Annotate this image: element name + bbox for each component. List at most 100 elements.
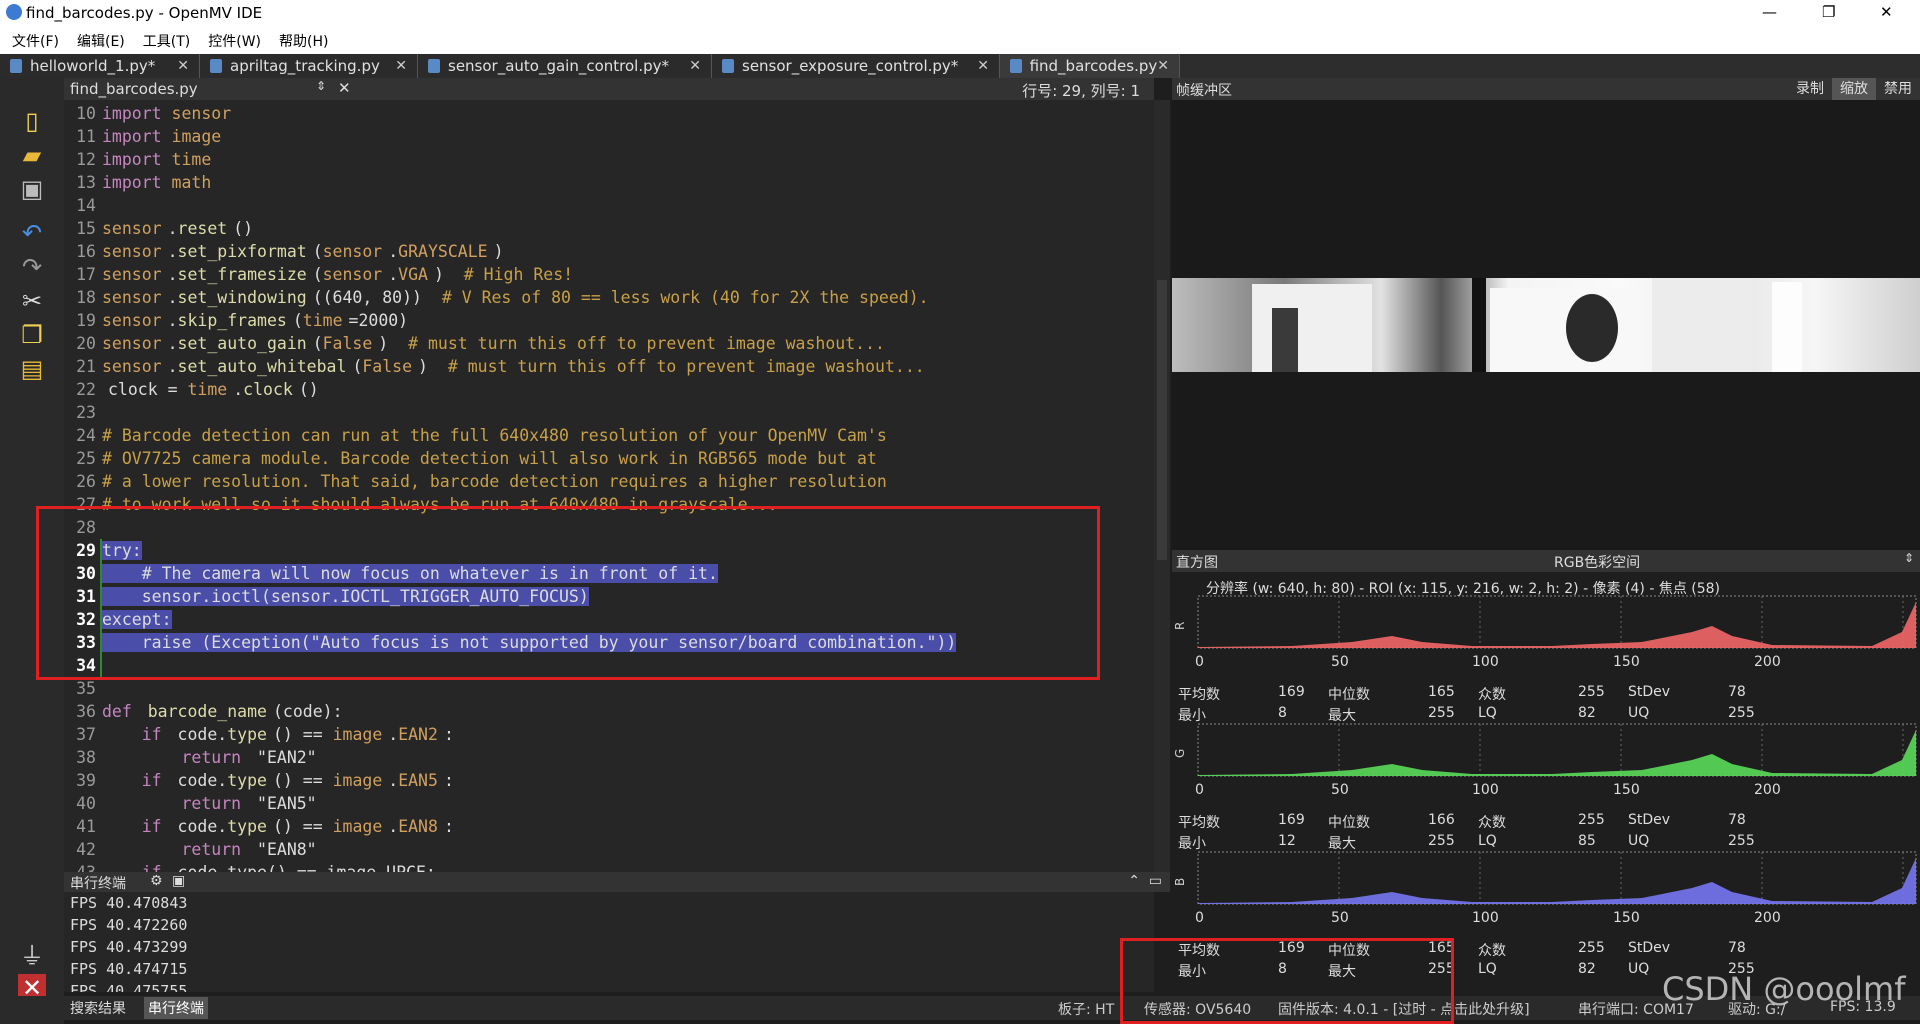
code-line[interactable]: 23: [64, 401, 1144, 424]
code-line[interactable]: 38 return "EAN2": [64, 746, 1144, 769]
close-window-button[interactable]: ✕: [1880, 3, 1893, 21]
stat-label: UQ: [1628, 705, 1650, 721]
close-editor-icon[interactable]: ✕: [338, 79, 351, 97]
file-dropdown-icon[interactable]: ⇕: [316, 79, 326, 93]
stat-value: 255: [1578, 940, 1605, 956]
code-token: () ==: [272, 725, 333, 744]
paste-icon[interactable]: ▤: [14, 354, 50, 384]
code-line[interactable]: 11 import image: [64, 125, 1144, 148]
file-tab-bar: helloworld_1.py* ✕ apriltag_tracking.py ✕ …: [0, 54, 1920, 78]
line-number: 26: [76, 472, 96, 491]
code-line[interactable]: 42 return "EAN8": [64, 838, 1144, 861]
stat-value: 255: [1428, 833, 1455, 849]
collapse-icon[interactable]: ⌃: [1128, 873, 1140, 889]
bottom-tab-search[interactable]: 搜索结果: [70, 998, 126, 1018]
open-folder-icon[interactable]: ▰: [14, 140, 50, 170]
close-tab-icon[interactable]: ✕: [1157, 58, 1169, 74]
menu-widgets[interactable]: 控件(W): [196, 31, 267, 51]
cut-icon[interactable]: ✂: [14, 286, 50, 316]
code-token: ): [378, 334, 409, 353]
tab-sensor-auto-gain[interactable]: sensor_auto_gain_control.py* ✕: [418, 54, 712, 78]
code-line[interactable]: 24 # Barcode detection can run at the ful…: [64, 424, 1144, 447]
code-token: :: [443, 725, 454, 744]
menu-tools[interactable]: 工具(T): [131, 31, 196, 51]
code-line[interactable]: 12 import time: [64, 148, 1144, 171]
zoom-button[interactable]: 缩放: [1832, 78, 1876, 100]
code-line[interactable]: 19 sensor .skip_frames (time =2000): [64, 309, 1144, 332]
code-token: type: [227, 771, 267, 790]
tab-find-barcodes[interactable]: find_barcodes.py ✕: [1000, 54, 1180, 78]
redo-icon[interactable]: ↷: [14, 252, 50, 282]
scrollbar-thumb[interactable]: [1157, 280, 1167, 560]
editor-filename[interactable]: find_barcodes.py: [70, 80, 198, 98]
serial-terminal[interactable]: FPS 40.470843 FPS 40.472260 FPS 40.47329…: [64, 892, 1154, 992]
code-line[interactable]: 43 if code.type() == image.UPCE:: [64, 861, 1144, 872]
menu-help[interactable]: 帮助(H): [267, 31, 334, 51]
code-line[interactable]: 13 import math: [64, 171, 1144, 194]
code-line[interactable]: 16 sensor .set_pixformat (sensor .GRAYSCALE): [64, 240, 1144, 263]
code-line[interactable]: 15 sensor .reset (): [64, 217, 1144, 240]
code-line[interactable]: 10 import sensor: [64, 102, 1144, 125]
code-token: if: [102, 725, 162, 744]
code-line[interactable]: 40 return "EAN5": [64, 792, 1144, 815]
tab-apriltag-tracking[interactable]: apriltag_tracking.py ✕: [200, 54, 418, 78]
copy-icon[interactable]: ❐: [14, 320, 50, 350]
stat-value: 255: [1578, 684, 1605, 700]
line-number: 15: [76, 219, 96, 238]
minimize-button[interactable]: —: [1762, 3, 1777, 21]
code-line[interactable]: 26 # a lower resolution. That said, barco…: [64, 470, 1144, 493]
stat-label: LQ: [1478, 833, 1497, 849]
maximize-button[interactable]: ❐: [1822, 3, 1835, 21]
tab-helloworld[interactable]: helloworld_1.py* ✕: [0, 54, 200, 78]
code-token: :: [443, 817, 454, 836]
close-tab-icon[interactable]: ✕: [977, 58, 989, 74]
tab-sensor-exposure[interactable]: sensor_exposure_control.py* ✕: [712, 54, 1000, 78]
code-line[interactable]: 14: [64, 194, 1144, 217]
serial-settings-icon[interactable]: ⚙: [150, 873, 163, 889]
undock-icon[interactable]: ▭: [1149, 873, 1162, 889]
code-text: sensor .skip_frames (time =2000): [96, 311, 408, 330]
close-tab-icon[interactable]: ✕: [177, 58, 189, 74]
code-line[interactable]: 17 sensor .set_framesize (sensor .VGA) # Hig…: [64, 263, 1144, 286]
colorspace-select[interactable]: RGB色彩空间: [1554, 552, 1640, 572]
record-button[interactable]: 录制: [1788, 78, 1832, 100]
connect-icon[interactable]: ⏚: [14, 938, 50, 970]
menu-edit[interactable]: 编辑(E): [65, 31, 131, 51]
close-tab-icon[interactable]: ✕: [689, 58, 701, 74]
code-line[interactable]: 20 sensor .set_auto_gain (False) # must tur…: [64, 332, 1144, 355]
code-token: sensor: [102, 265, 162, 284]
code-text: import math: [96, 173, 211, 192]
histogram-r-chart: R 0 50 100 150 200: [1173, 595, 1917, 670]
editor-scrollbar[interactable]: [1154, 100, 1170, 872]
line-number: 38: [76, 748, 96, 767]
code-text: sensor .set_framesize (sensor .VGA) # High …: [96, 265, 573, 284]
close-tab-icon[interactable]: ✕: [395, 58, 407, 74]
undo-icon[interactable]: ↶: [14, 218, 50, 248]
code-line[interactable]: 37 if code.type () == image .EAN2:: [64, 723, 1144, 746]
menu-file[interactable]: 文件(F): [0, 31, 65, 51]
bottom-tab-serial[interactable]: 串行终端: [144, 997, 208, 1019]
code-line[interactable]: 41 if code.type () == image .EAN8:: [64, 815, 1144, 838]
stat-label: LQ: [1478, 705, 1497, 721]
code-line[interactable]: 35: [64, 677, 1144, 700]
code-token: time: [161, 150, 212, 169]
new-file-icon[interactable]: ▯: [14, 106, 50, 136]
tick-label: 50: [1331, 782, 1349, 798]
stat-label: UQ: [1628, 833, 1650, 849]
serial-save-icon[interactable]: ▣: [172, 873, 185, 889]
code-line[interactable]: 22 clock = time .clock (): [64, 378, 1144, 401]
save-icon[interactable]: ▣: [14, 174, 50, 204]
colorspace-dropdown-icon[interactable]: ⇕: [1904, 551, 1914, 565]
stat-value: 78: [1728, 940, 1746, 956]
code-editor[interactable]: 10 import sensor 11 import image 12 import ti…: [64, 100, 1154, 872]
code-line[interactable]: 21 sensor .set_auto_whitebal (False) # must…: [64, 355, 1144, 378]
code-line[interactable]: 25 # OV7725 camera module. Barcode detect…: [64, 447, 1144, 470]
code-line[interactable]: 39 if code.type () == image .EAN5:: [64, 769, 1144, 792]
code-line[interactable]: 36 def barcode_name (code):: [64, 700, 1144, 723]
code-line[interactable]: 18 sensor .set_windowing ((640, 80)) # V Re…: [64, 286, 1144, 309]
code-text: if code.type () == image .EAN5:: [96, 771, 454, 790]
code-token: GRAYSCALE: [398, 242, 488, 261]
disable-button[interactable]: 禁用: [1876, 78, 1920, 100]
